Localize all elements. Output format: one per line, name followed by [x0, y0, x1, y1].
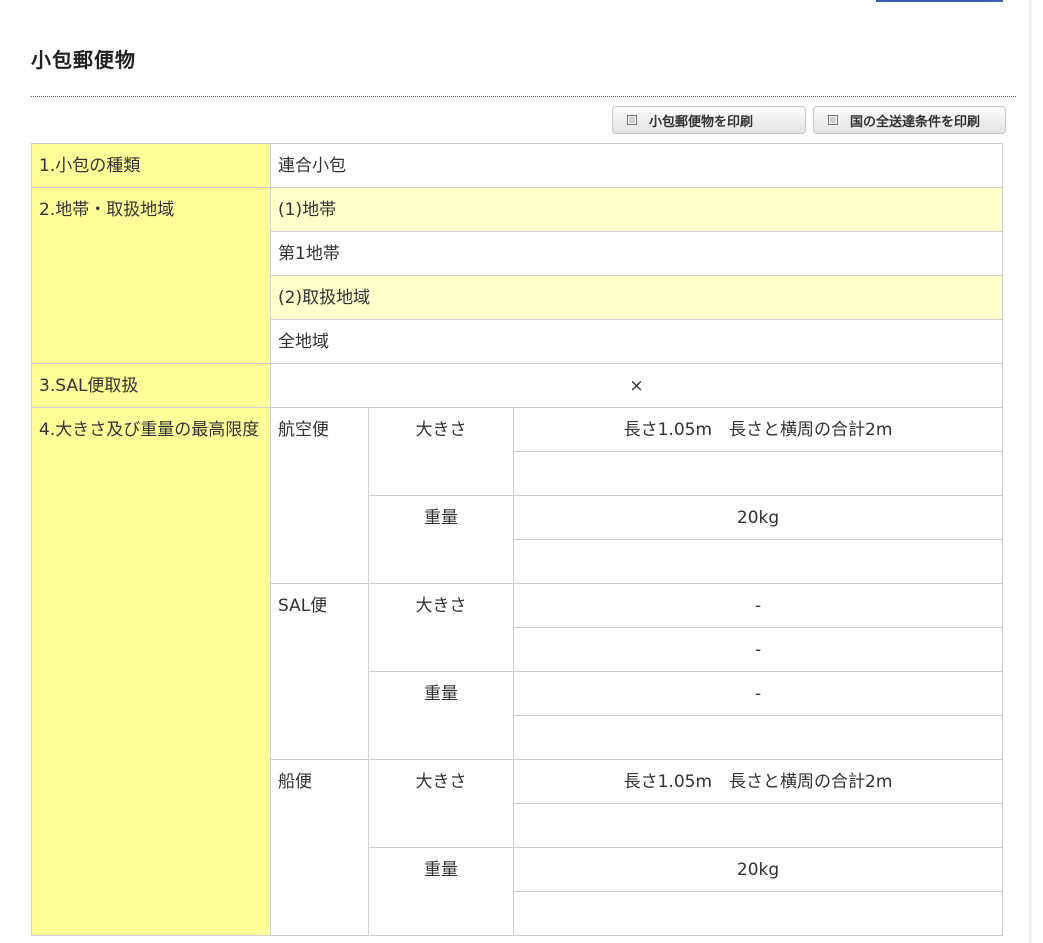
cell-value — [512, 451, 1004, 496]
row-label: 1.小包の種類 — [31, 143, 271, 188]
cell-value: 長さ1.05m 長さと横周の合計2m — [512, 759, 1004, 804]
dotted-divider — [31, 96, 1016, 97]
section-title: 小包郵便物 — [31, 48, 136, 72]
cell-value: 長さ1.05m 長さと横周の合計2m — [512, 407, 1004, 452]
method-label: SAL便 — [270, 583, 369, 760]
attr-label: 大きさ — [368, 759, 514, 848]
row-label: 2.地帯・取扱地域 — [31, 187, 271, 364]
method-label: 航空便 — [270, 407, 369, 584]
table-row: 1.小包の種類 連合小包 — [31, 143, 1004, 188]
cell-value: 第1地帯 — [269, 231, 1004, 276]
cell-value — [512, 891, 1004, 936]
attr-label: 重量 — [368, 495, 514, 584]
cell-value: - — [512, 627, 1004, 672]
cell-value — [512, 803, 1004, 848]
cell-subheader: (1)地帯 — [269, 187, 1004, 232]
cell-value: 全地域 — [269, 319, 1004, 364]
cell-value: 20kg — [512, 495, 1004, 540]
cell-value: 連合小包 — [269, 143, 1004, 188]
table-row: 4.大きさ及び重量の最高限度 航空便 大きさ 長さ1.05m 長さと横周の合計2… — [31, 407, 1004, 936]
row-label: 3.SAL便取扱 — [31, 363, 271, 408]
row-label: 4.大きさ及び重量の最高限度 — [31, 407, 271, 936]
cell-value: × — [269, 363, 1004, 408]
print-parcel-label: 小包郵便物を印刷 — [649, 114, 754, 130]
print-all-conditions-button[interactable]: 国の全送達条件を印刷 — [813, 106, 1006, 134]
attr-label: 重量 — [368, 847, 514, 936]
attr-label: 大きさ — [368, 583, 514, 672]
print-all-conditions-label: 国の全送達条件を印刷 — [850, 114, 981, 130]
print-parcel-button[interactable]: 小包郵便物を印刷 — [612, 106, 806, 134]
top-link-underline[interactable] — [876, 0, 1003, 2]
print-icon — [828, 115, 838, 125]
cell-value — [512, 539, 1004, 584]
cell-value: 20kg — [512, 847, 1004, 892]
cell-value — [512, 715, 1004, 760]
method-label: 船便 — [270, 759, 369, 936]
attr-label: 大きさ — [368, 407, 514, 496]
print-icon — [627, 115, 637, 125]
table-row: 2.地帯・取扱地域 (1)地帯 — [31, 187, 1004, 364]
cell-value: - — [512, 671, 1004, 716]
cell-subheader: (2)取扱地域 — [269, 275, 1004, 320]
conditions-table: 1.小包の種類 連合小包 2.地帯・取扱地域 (1)地帯 第1地帯 (2)取扱地… — [31, 143, 1004, 936]
attr-label: 重量 — [368, 671, 514, 760]
table-row: 3.SAL便取扱 × — [31, 363, 1004, 408]
page-right-border — [1029, 0, 1032, 943]
cell-value: - — [512, 583, 1004, 628]
